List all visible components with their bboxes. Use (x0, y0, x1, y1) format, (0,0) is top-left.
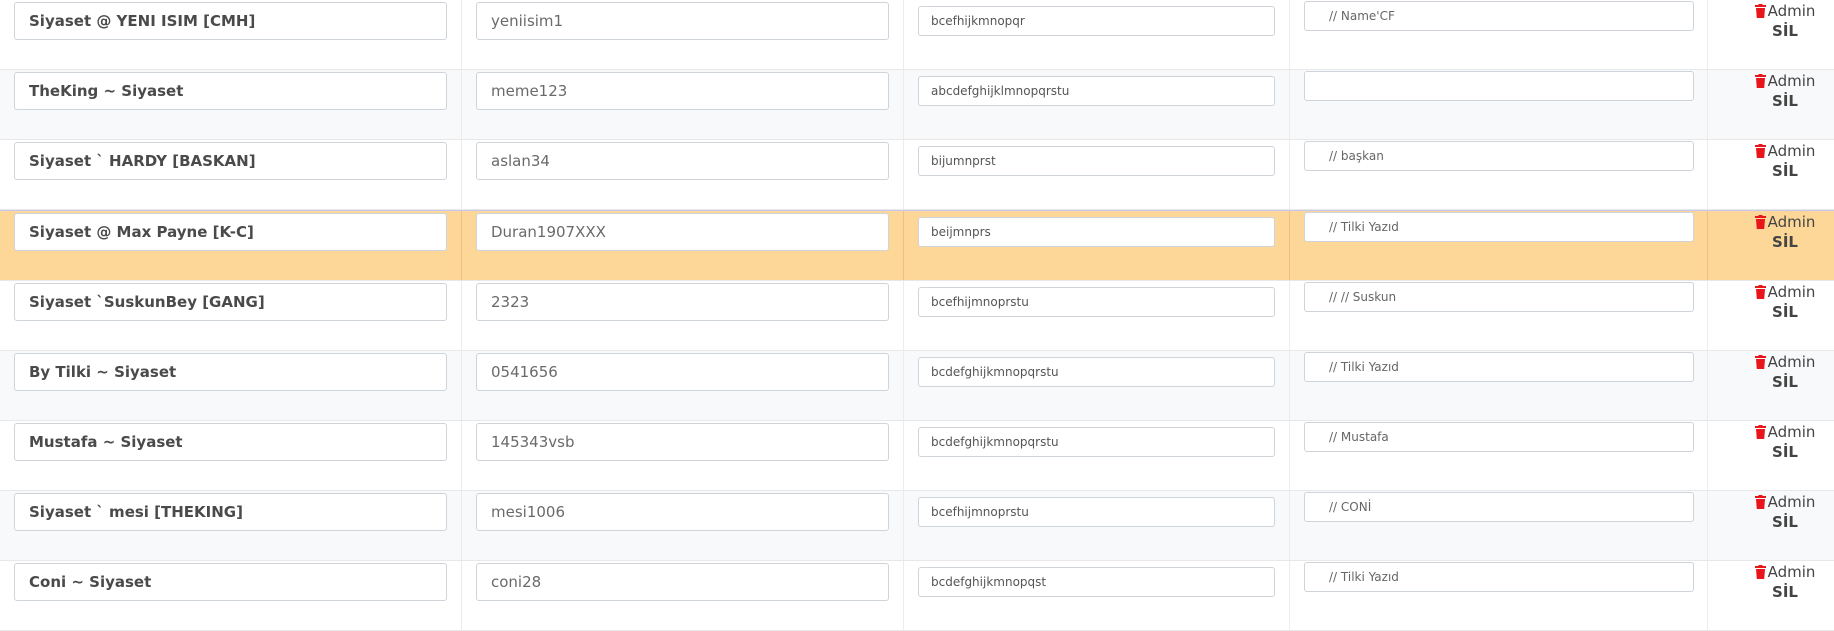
admin-permissions-input[interactable]: bcdefghijkmnopqrstu (918, 427, 1275, 457)
delete-sub-label: SİL (1772, 583, 1798, 601)
delete-sub-label: SİL (1772, 162, 1798, 180)
admin-name-input[interactable]: Siyaset ` HARDY [BASKAN] (14, 142, 447, 180)
delete-label: Admin (1767, 2, 1816, 20)
delete-sub-label: SİL (1772, 233, 1798, 251)
admin-password-input[interactable]: mesi1006 (476, 493, 889, 531)
admin-permissions-input[interactable]: abcdefghijklmnopqrstu (918, 76, 1275, 106)
table-row: Siyaset `SuskunBey [GANG] 2323 bcefhijmn… (0, 281, 1834, 351)
delete-label: Admin (1767, 423, 1816, 441)
admin-note-input[interactable]: // CONİ (1304, 492, 1694, 522)
trash-icon (1754, 215, 1766, 229)
table-row: TheKing ~ Siyaset meme123 abcdefghijklmn… (0, 70, 1834, 140)
delete-label: Admin (1767, 353, 1816, 371)
admin-permissions-input[interactable]: bcefhijmnoprstu (918, 287, 1275, 317)
admin-password-input[interactable]: 145343vsb (476, 423, 889, 461)
admin-name-input[interactable]: Mustafa ~ Siyaset (14, 423, 447, 461)
admin-note-input[interactable]: // başkan (1304, 141, 1694, 171)
delete-label: Admin (1767, 213, 1816, 231)
trash-icon (1754, 495, 1766, 509)
table-row: Mustafa ~ Siyaset 145343vsb bcdefghijkmn… (0, 421, 1834, 491)
admin-permissions-input[interactable]: bijumnprst (918, 146, 1275, 176)
trash-icon (1754, 425, 1766, 439)
admin-table: Siyaset @ YENI ISIM [CMH] yeniisim1 bcef… (0, 0, 1834, 631)
table-row: Siyaset @ YENI ISIM [CMH] yeniisim1 bcef… (0, 0, 1834, 70)
delete-sub-label: SİL (1772, 373, 1798, 391)
delete-sub-label: SİL (1772, 443, 1798, 461)
admin-password-input[interactable]: Duran1907XXX (476, 213, 889, 251)
trash-icon (1754, 565, 1766, 579)
delete-admin-button[interactable]: Admin SİL (1745, 72, 1825, 110)
table-row: Siyaset ` mesi [THEKING] mesi1006 bcefhi… (0, 491, 1834, 561)
trash-icon (1754, 74, 1766, 88)
admin-permissions-input[interactable]: bcefhijkmnopqr (918, 6, 1275, 36)
delete-label: Admin (1767, 493, 1816, 511)
delete-sub-label: SİL (1772, 513, 1798, 531)
trash-icon (1754, 355, 1766, 369)
admin-note-input[interactable]: // Tilki Yazıd (1304, 212, 1694, 242)
admin-note-input[interactable]: // Tilki Yazıd (1304, 562, 1694, 592)
delete-admin-button[interactable]: Admin SİL (1745, 423, 1825, 461)
delete-admin-button[interactable]: Admin SİL (1745, 563, 1825, 601)
delete-admin-button[interactable]: Admin SİL (1745, 493, 1825, 531)
delete-label: Admin (1767, 142, 1816, 160)
admin-name-input[interactable]: Siyaset @ Max Payne [K-C] (14, 213, 447, 251)
delete-label: Admin (1767, 72, 1816, 90)
admin-password-input[interactable]: meme123 (476, 72, 889, 110)
trash-icon (1754, 285, 1766, 299)
table-row-selected: Siyaset @ Max Payne [K-C] Duran1907XXX b… (0, 210, 1834, 281)
admin-note-input[interactable]: // Mustafa (1304, 422, 1694, 452)
admin-permissions-input[interactable]: bcdefghijkmnopqst (918, 567, 1275, 597)
table-row: Coni ~ Siyaset coni28 bcdefghijkmnopqst … (0, 561, 1834, 631)
admin-permissions-input[interactable]: beijmnprs (918, 217, 1275, 247)
admin-password-input[interactable]: 0541656 (476, 353, 889, 391)
admin-name-input[interactable]: Siyaset @ YENI ISIM [CMH] (14, 2, 447, 40)
admin-note-input[interactable]: // Tilki Yazıd (1304, 352, 1694, 382)
delete-admin-button[interactable]: Admin SİL (1745, 2, 1825, 40)
admin-name-input[interactable]: Coni ~ Siyaset (14, 563, 447, 601)
delete-admin-button[interactable]: Admin SİL (1745, 283, 1825, 321)
admin-name-input[interactable]: Siyaset ` mesi [THEKING] (14, 493, 447, 531)
delete-sub-label: SİL (1772, 92, 1798, 110)
admin-password-input[interactable]: aslan34 (476, 142, 889, 180)
admin-password-input[interactable]: 2323 (476, 283, 889, 321)
admin-password-input[interactable]: coni28 (476, 563, 889, 601)
delete-admin-button[interactable]: Admin SİL (1745, 213, 1825, 251)
admin-note-input[interactable] (1304, 71, 1694, 101)
admin-permissions-input[interactable]: bcefhijmnoprstu (918, 497, 1275, 527)
trash-icon (1754, 4, 1766, 18)
table-row: Siyaset ` HARDY [BASKAN] aslan34 bijumnp… (0, 140, 1834, 210)
delete-label: Admin (1767, 563, 1816, 581)
delete-admin-button[interactable]: Admin SİL (1745, 353, 1825, 391)
admin-permissions-input[interactable]: bcdefghijkmnopqrstu (918, 357, 1275, 387)
delete-admin-button[interactable]: Admin SİL (1745, 142, 1825, 180)
admin-note-input[interactable]: // // Suskun (1304, 282, 1694, 312)
admin-name-input[interactable]: TheKing ~ Siyaset (14, 72, 447, 110)
admin-note-input[interactable]: // Name'CF (1304, 1, 1694, 31)
admin-name-input[interactable]: By Tilki ~ Siyaset (14, 353, 447, 391)
admin-password-input[interactable]: yeniisim1 (476, 2, 889, 40)
table-row: By Tilki ~ Siyaset 0541656 bcdefghijkmno… (0, 351, 1834, 421)
delete-sub-label: SİL (1772, 22, 1798, 40)
admin-name-input[interactable]: Siyaset `SuskunBey [GANG] (14, 283, 447, 321)
trash-icon (1754, 144, 1766, 158)
delete-sub-label: SİL (1772, 303, 1798, 321)
delete-label: Admin (1767, 283, 1816, 301)
